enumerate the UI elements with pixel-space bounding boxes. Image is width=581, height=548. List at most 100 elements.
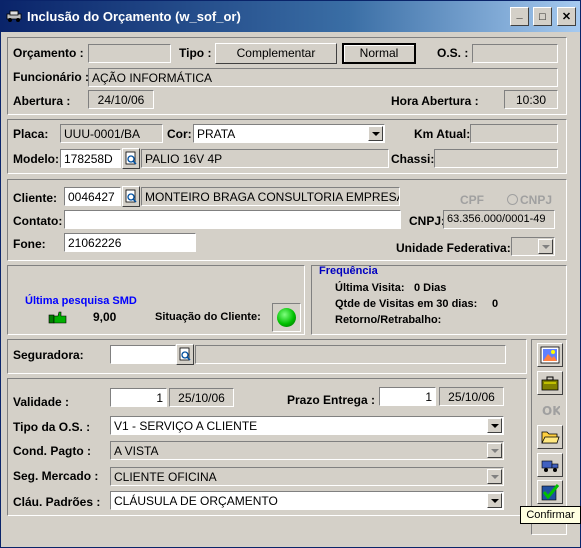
orcamento-field[interactable] bbox=[88, 44, 171, 63]
tipo-complementar-button[interactable]: Complementar bbox=[215, 43, 337, 64]
seguradora-code-field[interactable] bbox=[110, 345, 176, 364]
ultima-visita-value: 0 Dias bbox=[414, 282, 447, 294]
uf-label: Unidade Federativa: bbox=[396, 241, 511, 255]
cor-dropdown[interactable]: PRATA bbox=[193, 124, 385, 143]
orcamento-label: Orçamento : bbox=[13, 46, 84, 60]
contato-field[interactable] bbox=[64, 210, 401, 229]
placa-field[interactable]: UUU-0001/BA bbox=[60, 124, 163, 143]
tipo-os-value: V1 - SERVIÇO A CLIENTE bbox=[114, 419, 258, 433]
chevron-down-icon[interactable] bbox=[487, 469, 502, 484]
cliente-name-field: MONTEIRO BRAGA CONSULTORIA EMPRESAI bbox=[141, 187, 400, 206]
cnpj-field[interactable]: 63.356.000/0001-49 bbox=[443, 210, 555, 229]
clausula-value: CLÁUSULA DE ORÇAMENTO bbox=[114, 494, 278, 508]
chevron-down-icon[interactable] bbox=[487, 443, 502, 458]
qtde-visitas-value: 0 bbox=[492, 298, 499, 310]
lookup-icon bbox=[179, 347, 191, 361]
tipo-normal-button[interactable]: Normal bbox=[342, 43, 416, 64]
cond-pagto-value: A VISTA bbox=[114, 444, 159, 458]
modelo-desc-field: PALIO 16V 4P bbox=[141, 149, 389, 168]
briefcase-button[interactable] bbox=[537, 371, 563, 395]
os-label: O.S. : bbox=[437, 46, 469, 60]
ok-button[interactable]: OK bbox=[537, 398, 563, 422]
fone-label: Fone: bbox=[13, 237, 46, 251]
seguradora-lookup-button[interactable] bbox=[176, 344, 194, 365]
funcionario-label: Funcionário : bbox=[13, 70, 89, 84]
minimize-button[interactable]: _ bbox=[510, 7, 529, 26]
confirm-check-icon bbox=[541, 484, 560, 501]
contato-label: Contato: bbox=[13, 214, 63, 228]
cor-label: Cor: bbox=[167, 127, 192, 141]
tipo-os-label: Tipo da O.S. : bbox=[13, 420, 91, 434]
qtde-visitas-label: Qtde de Visitas em 30 dias: bbox=[335, 298, 478, 310]
smd-value: 9,00 bbox=[93, 310, 117, 324]
confirm-tooltip-text: Confirmar bbox=[526, 509, 575, 521]
os-field[interactable] bbox=[472, 44, 558, 63]
ultima-visita-label: Última Visita: bbox=[335, 282, 405, 294]
cliente-code-field[interactable]: 0046427 bbox=[64, 187, 121, 206]
briefcase-icon bbox=[541, 376, 559, 391]
title-bar[interactable]: Inclusão do Orçamento (w_sof_or) _ □ ✕ bbox=[1, 1, 580, 32]
image-button[interactable] bbox=[537, 343, 563, 367]
abertura-field[interactable]: 24/10/06 bbox=[88, 90, 154, 109]
hora-abertura-field[interactable]: 10:30 bbox=[504, 90, 558, 109]
tipo-os-dropdown[interactable]: V1 - SERVIÇO A CLIENTE bbox=[110, 416, 504, 435]
tipo-label: Tipo : bbox=[179, 46, 212, 60]
confirm-button[interactable] bbox=[537, 480, 563, 504]
seguradora-label: Seguradora: bbox=[13, 348, 84, 362]
chevron-down-icon[interactable] bbox=[538, 239, 553, 254]
chassi-label: Chassi: bbox=[391, 152, 435, 166]
hora-abertura-label: Hora Abertura : bbox=[391, 94, 479, 108]
placa-label: Placa: bbox=[13, 127, 49, 141]
seg-mercado-value: CLIENTE OFICINA bbox=[114, 470, 217, 484]
chevron-down-icon[interactable] bbox=[487, 418, 502, 433]
validade-date-field: 25/10/06 bbox=[169, 388, 234, 407]
folder-icon bbox=[541, 431, 560, 444]
close-icon: ✕ bbox=[561, 11, 572, 23]
seg-mercado-dropdown[interactable]: CLIENTE OFICINA bbox=[110, 467, 504, 486]
chevron-down-icon[interactable] bbox=[487, 493, 502, 508]
cliente-lookup-button[interactable] bbox=[122, 186, 140, 207]
chevron-down-icon[interactable] bbox=[368, 126, 383, 141]
main-window: Inclusão do Orçamento (w_sof_or) _ □ ✕ O… bbox=[0, 0, 581, 548]
open-folder-button[interactable] bbox=[537, 425, 563, 449]
clausula-dropdown[interactable]: CLÁUSULA DE ORÇAMENTO bbox=[110, 491, 504, 510]
modelo-code-field[interactable]: 178258D bbox=[60, 149, 121, 168]
minimize-icon: _ bbox=[516, 7, 523, 20]
cor-value: PRATA bbox=[197, 127, 236, 141]
situacao-indicator bbox=[272, 303, 301, 332]
picture-icon bbox=[540, 346, 560, 364]
window-title: Inclusão do Orçamento (w_sof_or) bbox=[27, 9, 241, 24]
prazo-date-field: 25/10/06 bbox=[439, 387, 504, 406]
validade-days-field[interactable]: 1 bbox=[110, 388, 167, 407]
smd-label-text: Última pesquisa SMD bbox=[25, 295, 137, 307]
status-light-icon bbox=[277, 308, 296, 327]
funcionario-field[interactable]: AÇÃO INFORMÁTICA bbox=[88, 68, 558, 87]
confirm-tooltip: Confirmar bbox=[520, 506, 581, 524]
modelo-lookup-button[interactable] bbox=[122, 148, 140, 169]
lookup-icon bbox=[125, 189, 137, 203]
km-atual-field[interactable] bbox=[470, 124, 558, 143]
smd-label: Última pesquisa SMD bbox=[25, 295, 137, 307]
situacao-label: Situação do Cliente: bbox=[155, 311, 261, 323]
uf-dropdown[interactable] bbox=[511, 237, 555, 256]
cpf-radio-label[interactable]: CPF bbox=[460, 193, 484, 207]
cnpj-radio-icon[interactable] bbox=[507, 194, 518, 205]
close-button[interactable]: ✕ bbox=[557, 7, 576, 26]
clausula-label: Cláu. Padrões : bbox=[13, 495, 101, 509]
retorno-label: Retorno/Retrabalho: bbox=[335, 314, 442, 326]
fone-field[interactable]: 21062226 bbox=[64, 233, 196, 252]
km-atual-label: Km Atual: bbox=[414, 127, 471, 141]
abertura-label: Abertura : bbox=[13, 94, 71, 108]
cnpj-radio-label[interactable]: CNPJ bbox=[520, 193, 552, 207]
maximize-icon: □ bbox=[539, 10, 546, 23]
seg-mercado-label: Seg. Mercado : bbox=[13, 469, 99, 483]
prazo-entrega-label: Prazo Entrega : bbox=[287, 393, 376, 407]
cnpj-label: CNPJ: bbox=[409, 214, 446, 228]
maximize-button[interactable]: □ bbox=[533, 7, 552, 26]
lookup-icon bbox=[125, 151, 137, 165]
vehicle-button[interactable] bbox=[537, 453, 563, 477]
truck-icon bbox=[541, 460, 559, 472]
prazo-days-field[interactable]: 1 bbox=[379, 387, 436, 406]
cond-pagto-dropdown[interactable]: A VISTA bbox=[110, 441, 504, 460]
chassi-field[interactable] bbox=[434, 149, 558, 168]
